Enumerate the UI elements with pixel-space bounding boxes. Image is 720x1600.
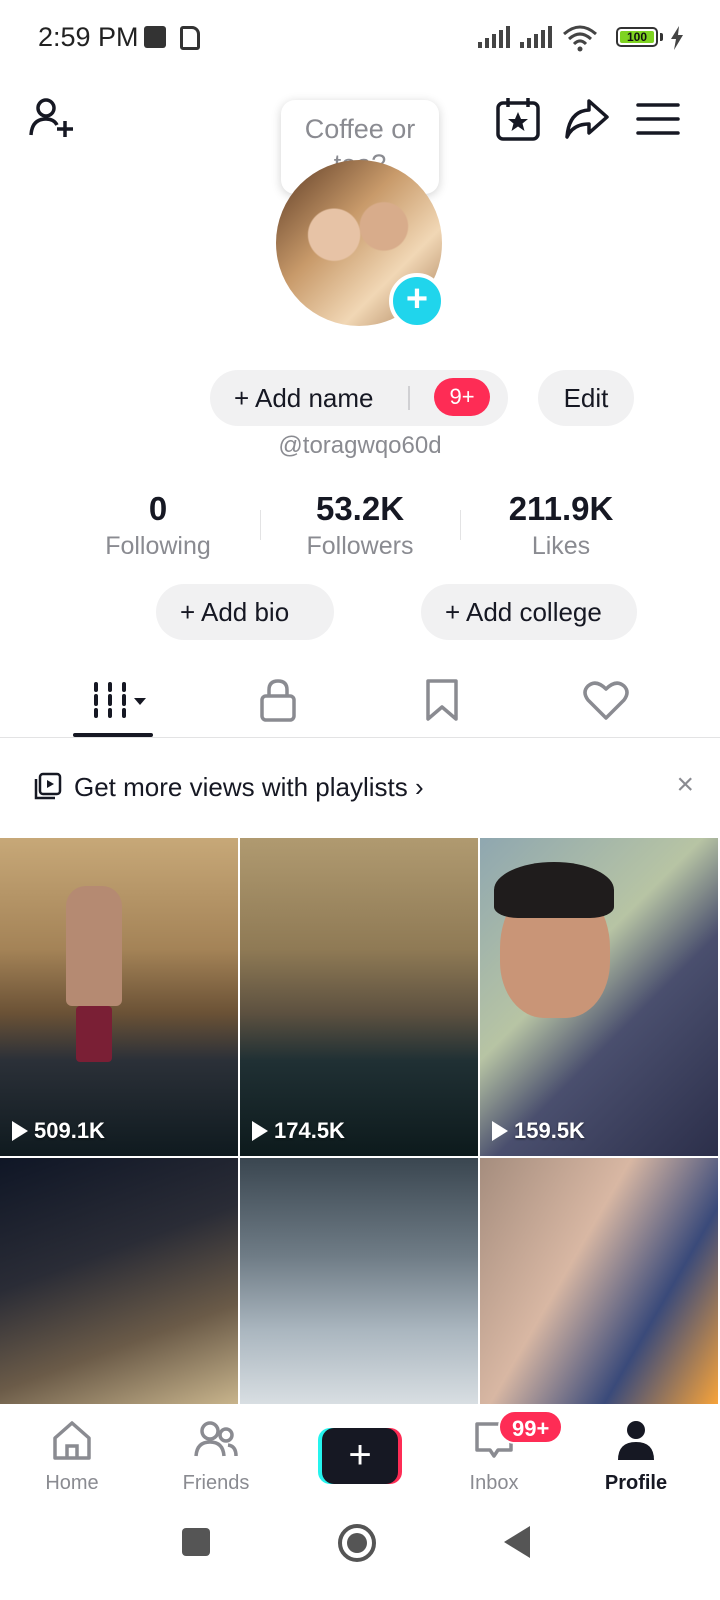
stat-likes[interactable]: 211.9K Likes <box>461 490 661 561</box>
calendar-star-icon[interactable] <box>494 95 542 143</box>
stat-value: 211.9K <box>508 490 614 527</box>
home-system-button[interactable] <box>338 1524 376 1562</box>
video-thumbnail[interactable]: 509.1K <box>0 838 238 1156</box>
nav-label: Inbox <box>469 1472 519 1494</box>
chevron-right-icon: › <box>415 772 424 802</box>
plus-icon: + <box>322 1428 398 1484</box>
add-avatar-button[interactable]: + <box>389 273 445 329</box>
signal-icon <box>520 26 552 48</box>
lock-icon[interactable] <box>254 676 302 724</box>
stat-label: Following <box>105 532 211 560</box>
stat-label: Followers <box>306 532 414 560</box>
system-nav <box>0 1520 720 1600</box>
stat-following[interactable]: 0 Following <box>58 490 258 561</box>
video-thumbnail[interactable]: 159.5K <box>480 838 718 1156</box>
home-icon <box>53 1421 91 1460</box>
nav-label: Home <box>45 1472 99 1494</box>
nav-label: Profile <box>604 1472 668 1494</box>
nav-home[interactable]: Home <box>12 1418 132 1495</box>
notification-icon <box>144 26 166 48</box>
add-friend-icon[interactable] <box>28 95 76 143</box>
wifi-icon <box>563 25 597 52</box>
profile-tabs <box>0 660 720 738</box>
play-icon <box>12 1121 28 1141</box>
back-button[interactable] <box>504 1526 530 1558</box>
charging-icon <box>671 26 683 50</box>
nav-label: Friends <box>182 1472 250 1494</box>
add-college-button[interactable]: + Add college <box>421 584 637 640</box>
play-icon <box>252 1121 268 1141</box>
banner-text: Get more views with playlists › <box>74 772 424 802</box>
heart-icon[interactable] <box>582 676 630 724</box>
view-count: 509.1K <box>12 1118 105 1144</box>
add-bio-button[interactable]: + Add bio <box>156 584 334 640</box>
stat-followers[interactable]: 53.2K Followers <box>260 490 460 561</box>
video-thumbnail[interactable] <box>480 1158 718 1404</box>
sim-icon <box>180 26 200 50</box>
battery-icon: 100 <box>616 27 658 47</box>
notification-badge[interactable]: 9+ <box>434 378 490 416</box>
video-thumbnail[interactable]: 174.5K <box>240 838 478 1156</box>
signal-icon <box>478 26 510 48</box>
bookmark-icon[interactable] <box>418 676 466 724</box>
status-time: 2:59 PM <box>38 22 139 52</box>
add-name-label: + Add name <box>234 383 374 413</box>
inbox-badge: 99+ <box>498 1410 564 1444</box>
nav-friends[interactable]: Friends <box>156 1418 276 1495</box>
videos-grid-icon[interactable] <box>90 676 154 724</box>
status-bar: 2:59 PM 100 <box>0 0 720 78</box>
stat-value: 53.2K <box>315 490 405 527</box>
divider <box>408 386 410 410</box>
edit-profile-button[interactable]: Edit <box>538 370 634 426</box>
video-thumbnail[interactable] <box>240 1158 478 1404</box>
active-tab-indicator <box>73 733 153 737</box>
add-name-button[interactable]: + Add name 9+ <box>210 370 508 426</box>
video-thumbnail[interactable] <box>0 1158 238 1404</box>
share-icon[interactable] <box>563 95 611 143</box>
view-count: 159.5K <box>492 1118 585 1144</box>
close-icon[interactable]: × <box>676 768 694 802</box>
stat-label: Likes <box>531 532 591 560</box>
nav-profile[interactable]: Profile <box>576 1418 696 1495</box>
play-icon <box>492 1121 508 1141</box>
playlist-banner[interactable]: Get more views with playlists › × <box>34 762 694 812</box>
friends-icon <box>194 1421 238 1457</box>
create-button[interactable]: + <box>318 1428 402 1484</box>
menu-icon[interactable] <box>634 95 682 143</box>
battery-level: 100 <box>620 31 654 43</box>
username: @toragwqo60d <box>278 432 442 459</box>
stat-value: 0 <box>148 490 168 527</box>
recent-apps-button[interactable] <box>182 1528 210 1556</box>
playlist-icon <box>34 772 62 800</box>
bottom-nav: Home Friends + Inbox Profile <box>0 1404 720 1510</box>
view-count: 174.5K <box>252 1118 345 1144</box>
profile-icon <box>618 1421 654 1460</box>
